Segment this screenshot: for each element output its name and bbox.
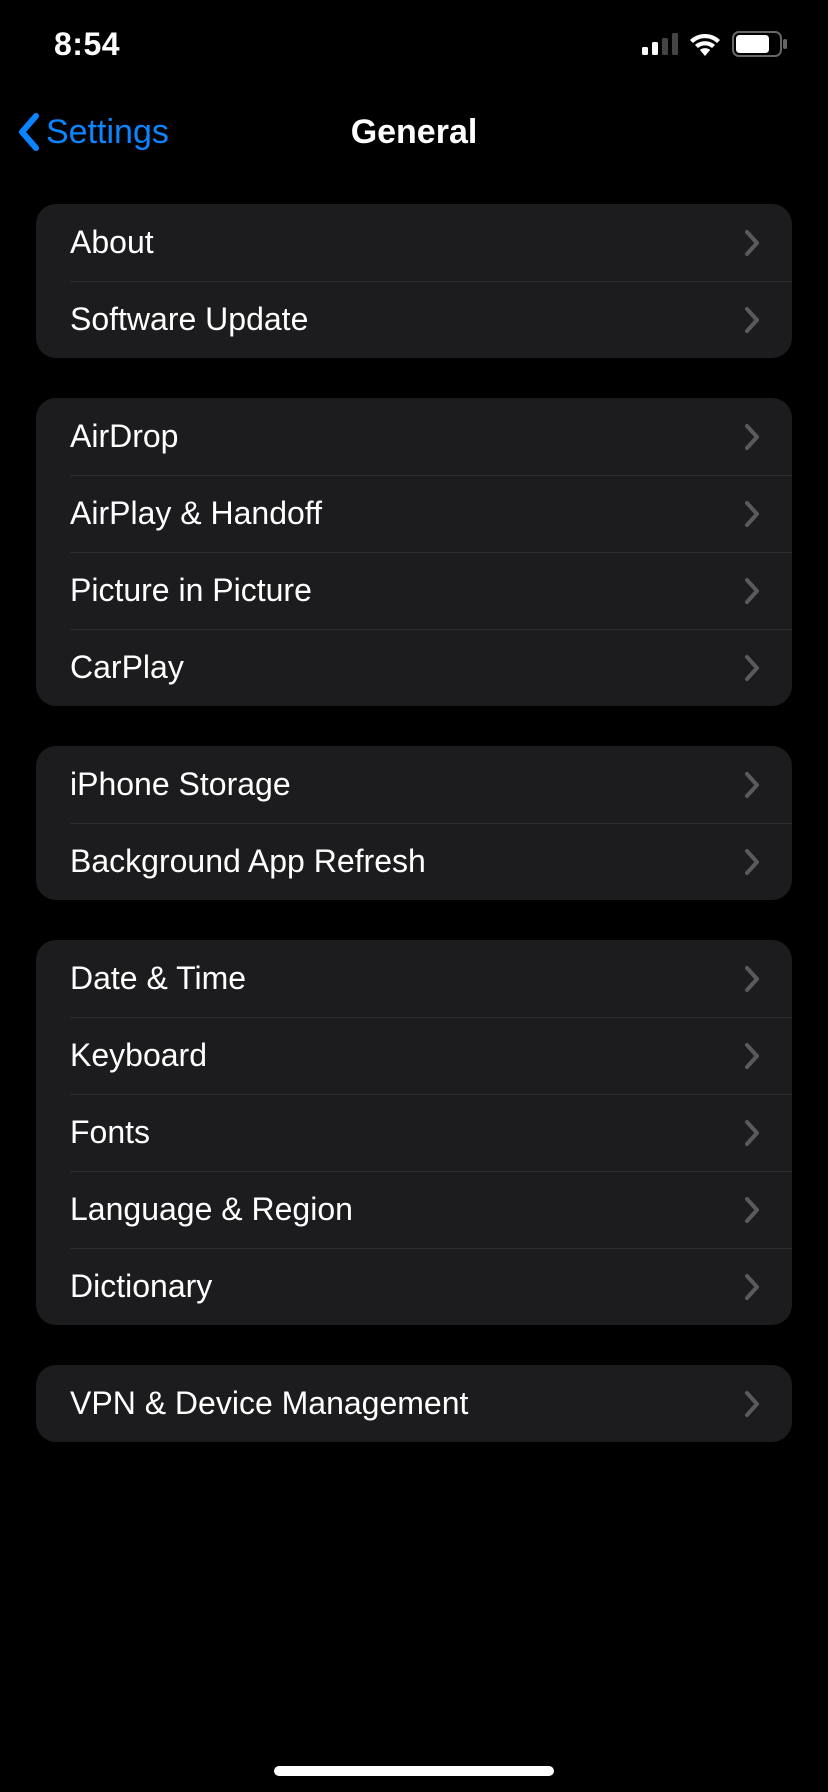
chevron-right-icon [744,577,760,605]
status-icons [642,31,788,57]
settings-row[interactable]: About [36,204,792,281]
settings-row[interactable]: Software Update [36,281,792,358]
row-label: Background App Refresh [70,843,426,880]
chevron-right-icon [744,423,760,451]
settings-content: About Software Update AirDrop AirPlay & Han… [0,204,828,1442]
chevron-right-icon [744,771,760,799]
settings-row[interactable]: Date & Time [36,940,792,1017]
settings-row[interactable]: Background App Refresh [36,823,792,900]
settings-row[interactable]: Language & Region [36,1171,792,1248]
row-label: AirPlay & Handoff [70,495,322,532]
settings-group: VPN & Device Management [36,1365,792,1442]
back-button[interactable]: Settings [16,112,169,152]
row-label: CarPlay [70,649,184,686]
chevron-right-icon [744,965,760,993]
chevron-right-icon [744,1390,760,1418]
chevron-right-icon [744,1119,760,1147]
page-title: General [351,113,478,152]
chevron-right-icon [744,1196,760,1224]
settings-group: AirDrop AirPlay & Handoff Picture in Pictu… [36,398,792,706]
settings-row[interactable]: Picture in Picture [36,552,792,629]
home-indicator[interactable] [274,1766,554,1776]
chevron-right-icon [744,500,760,528]
cellular-icon [642,33,678,55]
status-bar: 8:54 [0,0,828,88]
chevron-right-icon [744,1042,760,1070]
settings-group: Date & Time Keyboard Fonts Language & Regio… [36,940,792,1325]
chevron-right-icon [744,229,760,257]
settings-row[interactable]: AirPlay & Handoff [36,475,792,552]
chevron-right-icon [744,1273,760,1301]
battery-icon [732,31,788,57]
row-label: Date & Time [70,960,246,997]
settings-row[interactable]: Dictionary [36,1248,792,1325]
row-label: VPN & Device Management [70,1385,468,1422]
settings-row[interactable]: iPhone Storage [36,746,792,823]
chevron-right-icon [744,654,760,682]
row-label: Software Update [70,301,308,338]
row-label: Picture in Picture [70,572,312,609]
wifi-icon [688,32,722,56]
row-label: Dictionary [70,1268,212,1305]
chevron-right-icon [744,848,760,876]
row-label: Fonts [70,1114,150,1151]
nav-bar: Settings General [0,88,828,176]
row-label: AirDrop [70,418,178,455]
back-label: Settings [46,113,169,152]
row-label: iPhone Storage [70,766,291,803]
settings-row[interactable]: Fonts [36,1094,792,1171]
status-time: 8:54 [54,26,120,63]
row-label: About [70,224,154,261]
row-label: Keyboard [70,1037,207,1074]
settings-row[interactable]: AirDrop [36,398,792,475]
row-label: Language & Region [70,1191,353,1228]
settings-group: About Software Update [36,204,792,358]
chevron-left-icon [16,112,42,152]
settings-row[interactable]: Keyboard [36,1017,792,1094]
settings-row[interactable]: VPN & Device Management [36,1365,792,1442]
settings-group: iPhone Storage Background App Refresh [36,746,792,900]
settings-row[interactable]: CarPlay [36,629,792,706]
chevron-right-icon [744,306,760,334]
